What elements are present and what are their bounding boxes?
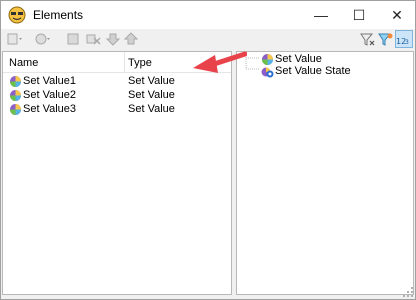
column-header-name[interactable]: Name xyxy=(9,57,38,69)
row-name: Set Value3 xyxy=(23,103,77,115)
set-value-icon xyxy=(10,90,21,101)
close-button[interactable]: ✕ xyxy=(379,1,415,29)
element-types-tree[interactable]: Set Value Set Value State xyxy=(236,51,414,295)
new-element-icon[interactable] xyxy=(7,32,23,46)
svg-text:3: 3 xyxy=(405,39,409,46)
move-down-icon[interactable] xyxy=(105,32,121,46)
row-type: Set Value xyxy=(128,75,175,87)
minimize-button[interactable]: — xyxy=(303,1,339,29)
elements-window: Elements — ☐ ✕ 12 3 Name Type Set Value1… xyxy=(0,0,416,300)
sort-numeric-icon: 12 3 xyxy=(396,37,409,46)
title-bar[interactable]: Elements — ☐ ✕ xyxy=(1,1,415,29)
row-type: Set Value xyxy=(128,103,175,115)
set-value-state-icon xyxy=(261,67,274,78)
toolbar: 12 3 xyxy=(1,29,415,72)
resize-grip-icon[interactable] xyxy=(403,287,413,297)
tree-node-label: Set Value xyxy=(275,53,322,65)
list-row[interactable]: Set Value3 Set Value xyxy=(3,102,231,116)
red-arrow-icon xyxy=(193,51,247,73)
window-title: Elements xyxy=(33,8,84,22)
elements-list[interactable]: Name Type Set Value1 Set Value Set Value… xyxy=(2,51,232,295)
delete-icon[interactable] xyxy=(85,32,101,46)
app-icon xyxy=(8,6,26,24)
row-name: Set Value1 xyxy=(23,75,77,87)
row-name: Set Value2 xyxy=(23,89,77,101)
row-type: Set Value xyxy=(128,89,175,101)
tree-node-label: Set Value State xyxy=(275,65,351,77)
move-up-icon[interactable] xyxy=(123,32,139,46)
maximize-button[interactable]: ☐ xyxy=(341,1,377,29)
list-row[interactable]: Set Value2 Set Value xyxy=(3,88,231,102)
element-filter-icon[interactable] xyxy=(377,32,393,46)
add-element-icon[interactable] xyxy=(35,32,51,46)
column-divider[interactable] xyxy=(124,52,125,72)
sort-toggle-button[interactable]: 12 3 xyxy=(395,30,413,48)
properties-icon[interactable] xyxy=(65,32,81,46)
clear-filter-icon[interactable] xyxy=(359,32,375,46)
set-value-icon xyxy=(10,104,21,115)
column-header-type[interactable]: Type xyxy=(128,57,152,69)
set-value-icon xyxy=(10,76,21,87)
